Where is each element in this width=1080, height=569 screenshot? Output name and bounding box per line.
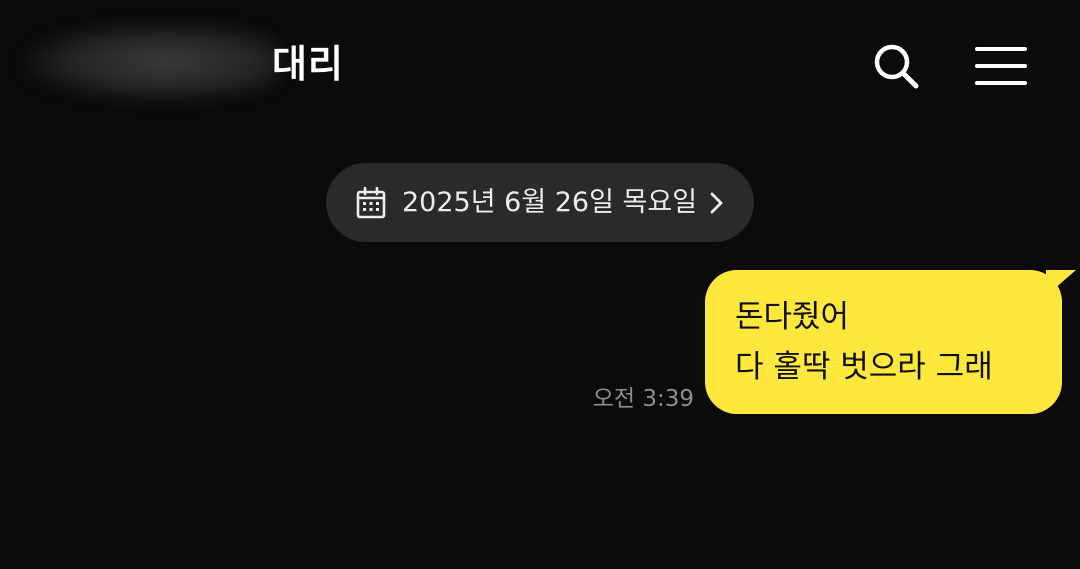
chat-screen: 대리 2025년 6월 26일 목요일 오전 3:39 돈다줬어 다 홀딱 벗으… bbox=[0, 0, 1080, 569]
date-divider-button[interactable]: 2025년 6월 26일 목요일 bbox=[326, 163, 754, 242]
chevron-right-icon bbox=[709, 189, 729, 217]
hamburger-menu-icon bbox=[975, 47, 1027, 85]
chat-title[interactable]: 대리 bbox=[272, 40, 344, 88]
message-timestamp: 오전 3:39 bbox=[592, 386, 694, 412]
chat-header: 대리 bbox=[0, 0, 1080, 130]
message-line: 다 홀딱 벗으라 그래 bbox=[735, 349, 993, 385]
message-line: 돈다줬어 bbox=[735, 299, 850, 335]
redacted-name-blur bbox=[22, 22, 282, 102]
calendar-icon bbox=[356, 186, 388, 220]
sent-message-bubble[interactable]: 돈다줬어 다 홀딱 벗으라 그래 bbox=[705, 270, 1076, 414]
search-icon bbox=[874, 44, 919, 89]
search-button[interactable] bbox=[868, 38, 924, 94]
menu-button[interactable] bbox=[972, 38, 1028, 94]
date-divider-label: 2025년 6월 26일 목요일 bbox=[402, 186, 698, 218]
